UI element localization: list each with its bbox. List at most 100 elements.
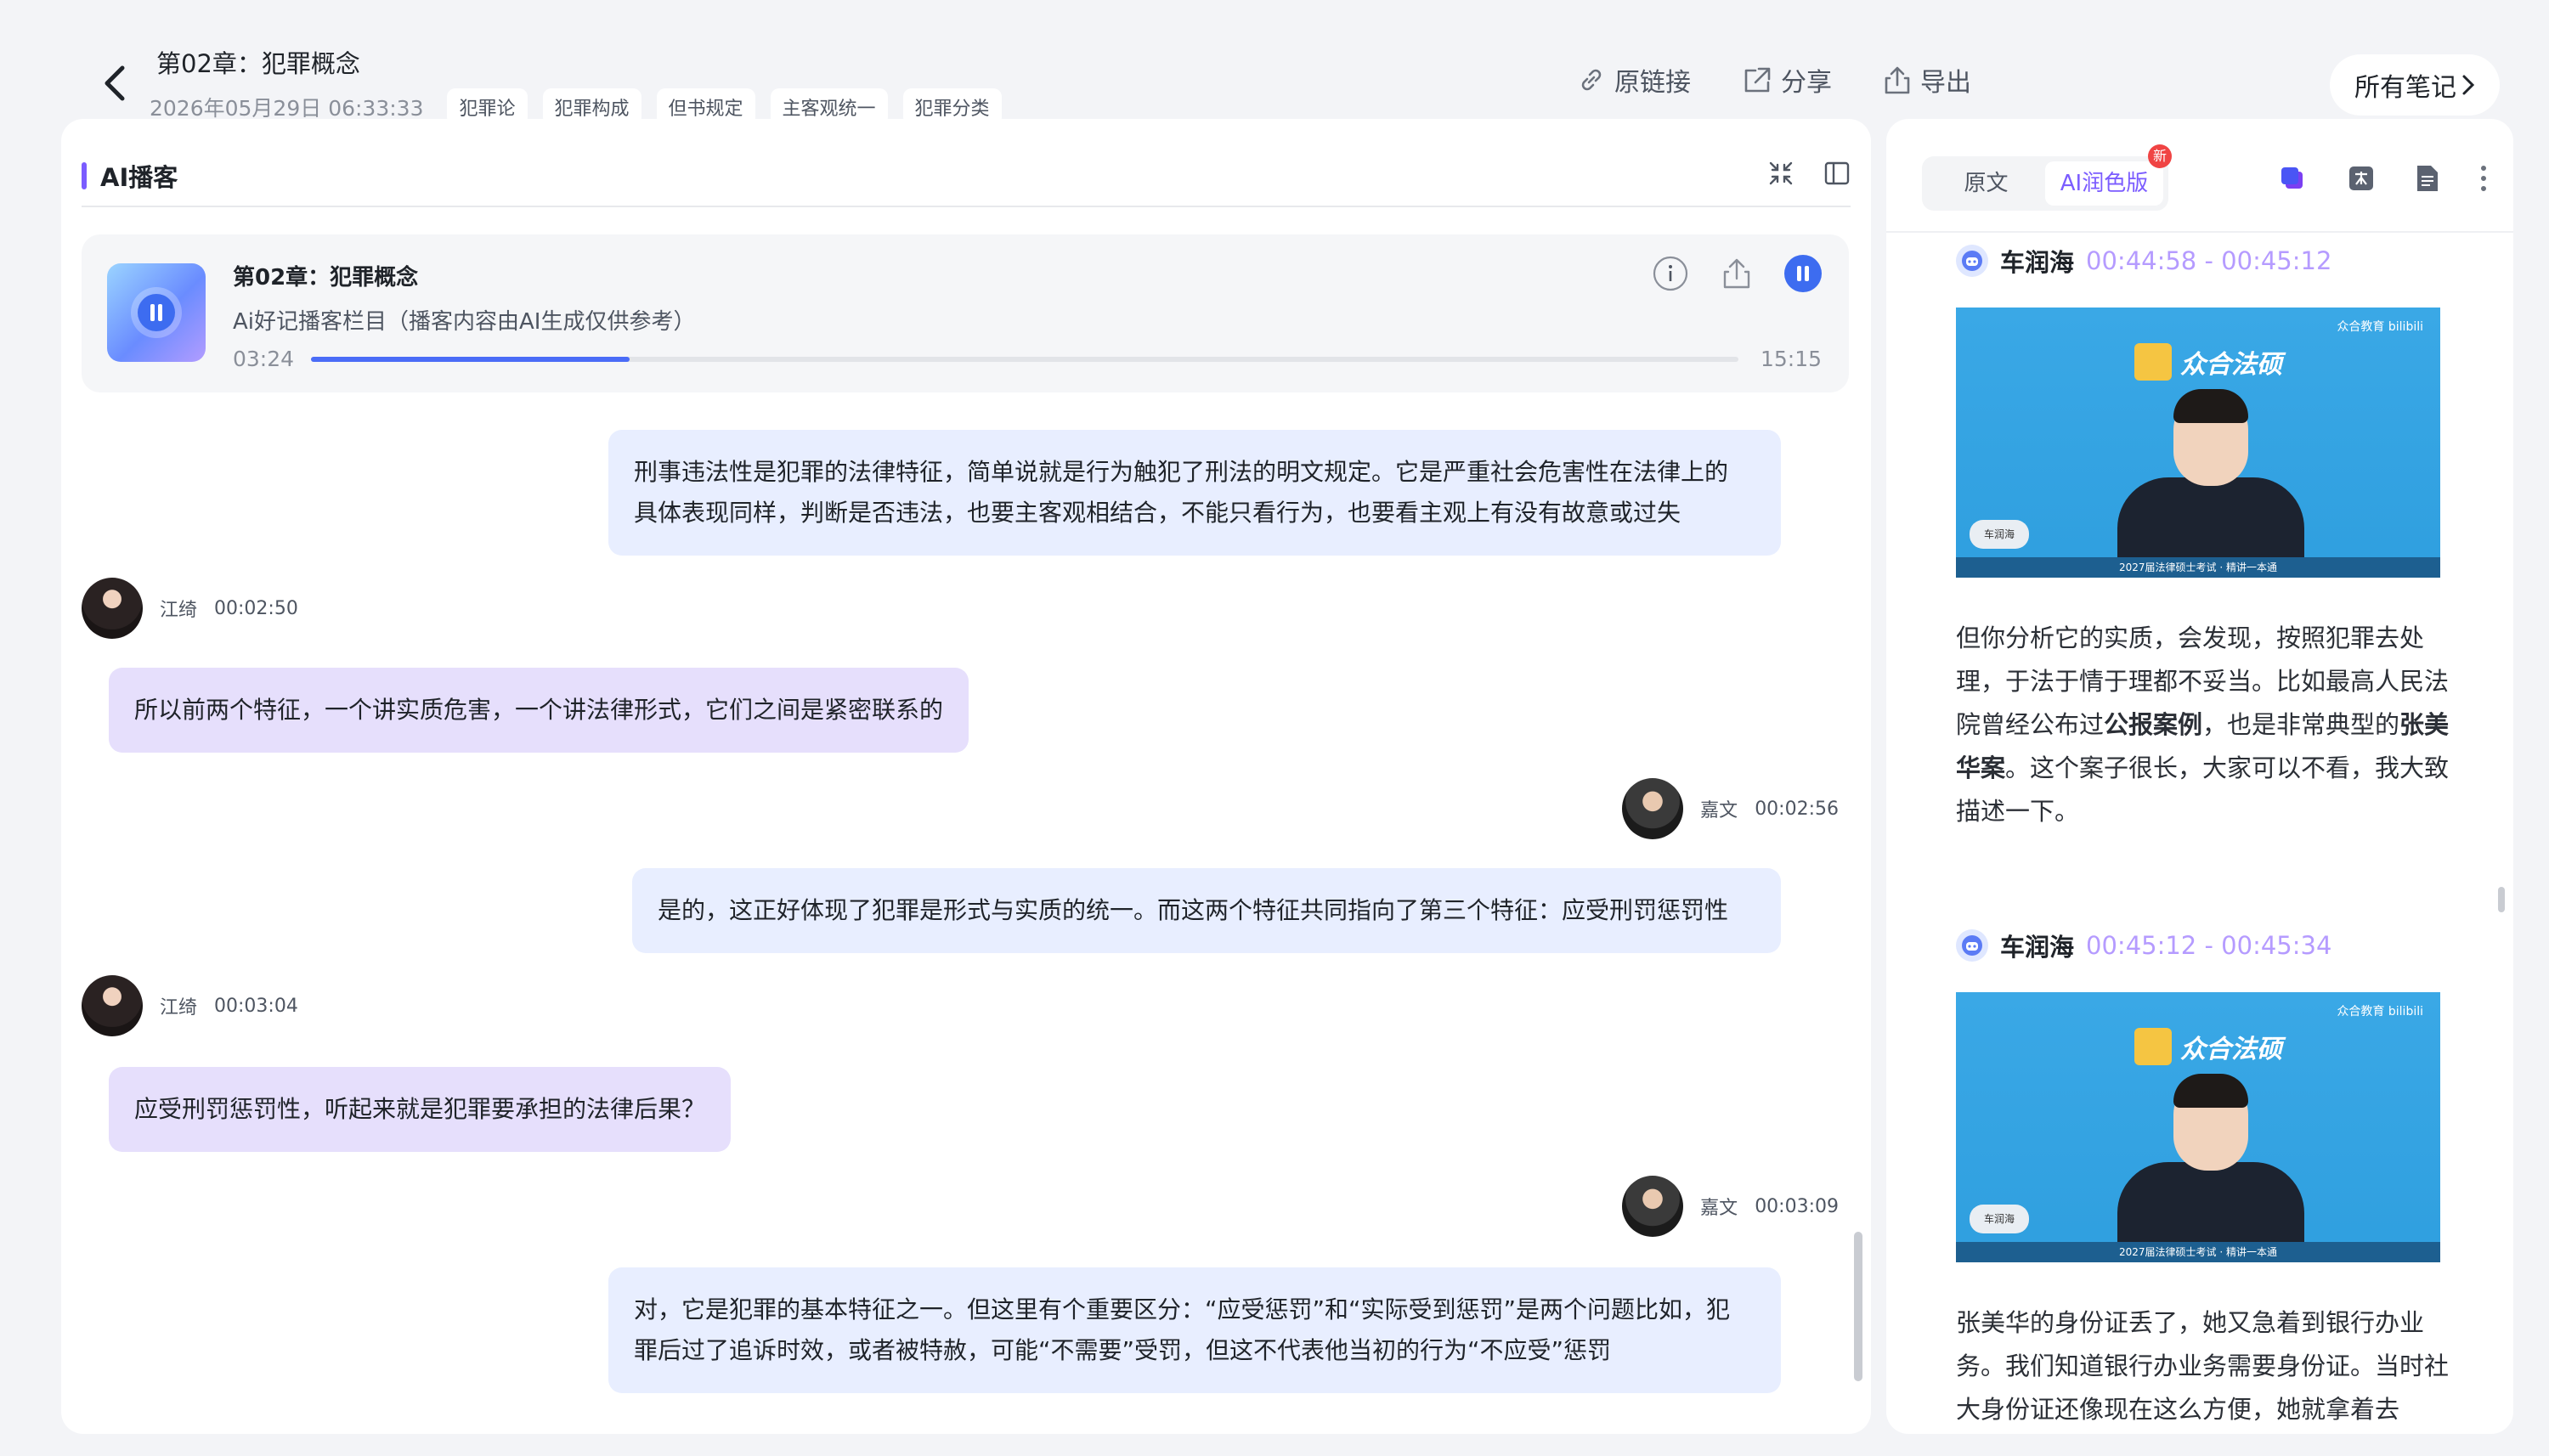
brand-logo: 众合法硕 <box>2134 343 2282 381</box>
transcript-panel: 原文 AI润色版 新 车润海 00:44:58 - 00:45:12 众合教育 … <box>1886 119 2513 1434</box>
speaker-name: 江绮 <box>160 600 198 621</box>
info-icon <box>1653 256 1688 291</box>
info-button[interactable] <box>1650 253 1691 294</box>
tab-ai-polished[interactable]: AI润色版 新 <box>2045 144 2172 206</box>
speaker-name: 嘉文 <box>1700 800 1738 821</box>
original-link-button[interactable]: 原链接 <box>1577 61 1691 99</box>
total-time: 15:15 <box>1760 347 1822 371</box>
share-label: 分享 <box>1781 68 1832 98</box>
current-time: 03:24 <box>233 347 295 371</box>
title-accent-bar <box>82 162 87 189</box>
podcast-panel-tools <box>1767 160 1851 190</box>
segment-time[interactable]: 00:45:12 - 00:45:34 <box>2086 931 2331 960</box>
tab-original[interactable]: 原文 <box>1927 161 2045 206</box>
header-actions: 原链接 分享 导出 <box>1577 61 1971 99</box>
export-button[interactable]: 导出 <box>1883 61 1971 99</box>
podcast-panel: AI播客 第02章：犯罪概念 Ai好记播客栏目（播客内容由AI生成仅供参考） 0… <box>61 119 1871 1434</box>
avatar <box>82 975 143 1036</box>
video-caption: 2027届法律硕士考试 · 精讲一本通 <box>1956 1242 2440 1262</box>
segment-time[interactable]: 00:44:58 - 00:45:12 <box>2086 246 2331 275</box>
player-title: 第02章：犯罪概念 <box>233 265 419 291</box>
layout-toggle-button[interactable] <box>1823 160 1851 190</box>
video-thumbnail[interactable]: 众合教育 bilibili 众合法硕 车润海 2027届法律硕士考试 · 精讲一… <box>1956 992 2440 1262</box>
note-date: 2026年05月29日 06:33:33 <box>150 96 424 121</box>
pause-icon <box>131 287 182 338</box>
speaker-info: 嘉文 00:03:09 <box>1622 1176 1839 1237</box>
message-bubble: 刑事违法性是犯罪的法律特征，简单说就是行为触犯了刑法的明文规定。它是严重社会危害… <box>608 430 1781 556</box>
upload-icon <box>1723 258 1750 289</box>
back-button[interactable] <box>88 58 139 109</box>
all-notes-label: 所有笔记 <box>2354 73 2456 103</box>
segment-speaker: 车润海 <box>2000 933 2075 962</box>
presenter-name-tag: 车润海 <box>1970 1205 2029 1233</box>
text-run: ，也是非常典型的 <box>2202 710 2400 739</box>
avatar <box>82 578 143 639</box>
segment-header: 车润海 00:44:58 - 00:45:12 <box>1956 243 2457 279</box>
avatar <box>1622 1176 1684 1237</box>
avatar <box>1622 778 1684 839</box>
message-bubble: 是的，这正好体现了犯罪是形式与实质的统一。而这两个特征共同指向了第三个特征：应受… <box>632 868 1781 953</box>
player-subtitle: Ai好记播客栏目（播客内容由AI生成仅供参考） <box>233 309 696 335</box>
chat-scrollbar[interactable] <box>1854 1232 1862 1381</box>
transcript-segment: 车润海 00:44:58 - 00:45:12 众合教育 bilibili 众合… <box>1956 243 2457 833</box>
new-badge: 新 <box>2148 144 2172 168</box>
video-thumbnail[interactable]: 众合教育 bilibili 众合法硕 车润海 2027届法律硕士考试 · 精讲一… <box>1956 308 2440 578</box>
all-notes-button[interactable]: 所有笔记 <box>2330 54 2500 116</box>
progress-bar[interactable] <box>311 357 1738 362</box>
text-run: 张美华的身份证丢了，她又急着到银行办业务。我们知道银行办业务需要身份证。当时社大… <box>1956 1308 2450 1424</box>
message-line: 罪后过了追诉时效，或者被特赦，可能“不需要”受罚，但这不代表他当初的行为“不应受… <box>634 1336 1612 1364</box>
podcast-panel-title: AI播客 <box>100 163 178 192</box>
export-icon <box>1885 66 1910 94</box>
brand-logo: 众合法硕 <box>2134 1028 2282 1065</box>
version-toggle: 原文 AI润色版 新 <box>1922 144 2172 211</box>
tab-ai-polished-label: AI润色版 <box>2060 171 2149 196</box>
message-line: 所以前两个特征，一个讲实质危害，一个讲法律形式，它们之间是紧密联系的 <box>134 696 944 724</box>
transcript-scrollbar[interactable] <box>2498 887 2505 912</box>
presenter-name-tag: 车润海 <box>1970 520 2029 549</box>
speaker-time: 00:02:50 <box>214 597 298 619</box>
share-icon <box>1744 67 1771 93</box>
speaker-bot-icon <box>1956 245 1988 277</box>
message-line: 具体表现同样，判断是否违法，也要主客观相结合，不能只看行为，也要看主观上有没有故… <box>634 499 1681 527</box>
presenter-figure <box>2117 1074 2304 1262</box>
pause-button[interactable] <box>1783 253 1823 294</box>
podcast-cover[interactable] <box>107 263 206 362</box>
transcript-segment: 车润海 00:45:12 - 00:45:34 众合教育 bilibili 众合… <box>1956 928 2457 1431</box>
message-line: 是的，这正好体现了犯罪是形式与实质的统一。而这两个特征共同指向了第三个特征：应受… <box>658 896 1729 924</box>
more-button[interactable] <box>2479 164 2488 196</box>
sidebar-layout-icon <box>1824 161 1850 185</box>
document-icon <box>2417 166 2438 191</box>
message-line: 对，它是犯罪的基本特征之一。但这里有个重要区分：“应受惩罚”和“实际受到惩罚”是… <box>634 1295 1731 1323</box>
copy-button[interactable] <box>2277 163 2308 197</box>
transcript-tools <box>2277 163 2488 197</box>
speaker-name: 嘉文 <box>1700 1198 1738 1219</box>
chevron-left-icon <box>105 65 125 101</box>
progress-fill <box>311 357 630 362</box>
more-vertical-icon <box>2481 166 2486 191</box>
upload-share-button[interactable] <box>1716 253 1757 294</box>
segment-text: 但你分析它的实质，会发现，按照犯罪去处理，于法于情于理都不妥当。比如最高人民法院… <box>1956 617 2457 833</box>
message-bubble: 对，它是犯罪的基本特征之一。但这里有个重要区分：“应受惩罚”和“实际受到惩罚”是… <box>608 1267 1781 1393</box>
message-bubble: 所以前两个特征，一个讲实质危害，一个讲法律形式，它们之间是紧密联系的 <box>109 668 969 753</box>
translate-button[interactable] <box>2347 164 2376 196</box>
speaker-info: 嘉文 00:02:56 <box>1622 778 1839 839</box>
original-link-label: 原链接 <box>1614 68 1691 98</box>
collapse-icon <box>1769 161 1793 185</box>
speaker-info: 江绮 00:02:50 <box>82 578 298 639</box>
collapse-button[interactable] <box>1767 160 1794 190</box>
text-run-bold: 公报案例 <box>2104 710 2203 739</box>
segment-header: 车润海 00:45:12 - 00:45:34 <box>1956 928 2457 963</box>
message-line: 应受刑罚惩罚性，听起来就是犯罪要承担的法律后果？ <box>134 1095 706 1123</box>
document-button[interactable] <box>2415 163 2440 197</box>
presenter-figure <box>2117 389 2304 578</box>
message-line: 刑事违法性是犯罪的法律特征，简单说就是行为触犯了刑法的明文规定。它是严重社会危害… <box>634 458 1729 486</box>
export-label: 导出 <box>1920 68 1971 98</box>
speaker-name: 江绮 <box>160 997 198 1019</box>
speaker-info: 江绮 00:03:04 <box>82 975 298 1036</box>
speaker-time: 00:02:56 <box>1755 798 1839 820</box>
video-corner-label: 众合教育 bilibili <box>2337 1005 2423 1019</box>
speaker-time: 00:03:09 <box>1755 1195 1839 1217</box>
podcast-panel-title-group: AI播客 <box>82 158 178 194</box>
link-icon <box>1581 69 1602 91</box>
share-button[interactable]: 分享 <box>1742 61 1832 99</box>
